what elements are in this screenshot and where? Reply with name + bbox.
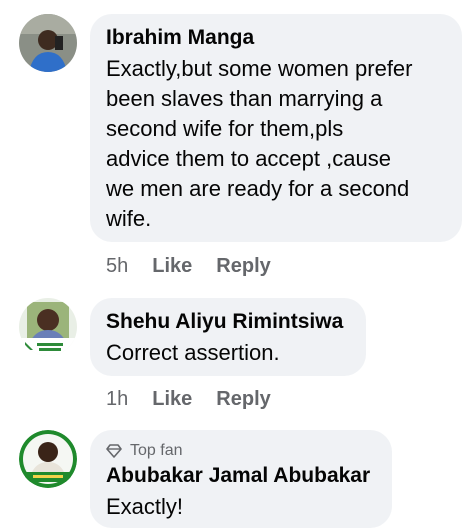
reply-button[interactable]: Reply (216, 388, 270, 411)
comment-time[interactable]: 1h (106, 388, 128, 411)
like-button[interactable]: Like (152, 388, 192, 411)
avatar[interactable] (19, 298, 77, 356)
comment-author[interactable]: Shehu Aliyu Rimintsiwa (106, 310, 350, 334)
avatar[interactable] (19, 14, 77, 72)
comment-actions: 5h Like Reply (106, 255, 271, 278)
user-photo-icon (19, 298, 77, 356)
comment-text: Exactly! (106, 494, 184, 519)
comment-bubble: Top fan Abubakar Jamal Abubakar Exactly! (90, 430, 392, 528)
comment-actions: 1h Like Reply (106, 388, 271, 411)
comment-bubble: Ibrahim Manga Exactly,but some women pre… (90, 14, 462, 242)
user-photo-icon (19, 14, 77, 72)
top-fan-label: Top fan (130, 442, 183, 459)
user-photo-icon (19, 430, 77, 488)
comment-time[interactable]: 5h (106, 255, 128, 278)
top-fan-badge: Top fan (106, 442, 376, 460)
comment-text: Correct assertion. (106, 340, 280, 365)
avatar[interactable] (19, 430, 77, 488)
comment-bubble: Shehu Aliyu Rimintsiwa Correct assertion… (90, 298, 366, 376)
like-button[interactable]: Like (152, 255, 192, 278)
comment-author[interactable]: Ibrahim Manga (106, 26, 446, 50)
reply-button[interactable]: Reply (216, 255, 270, 278)
diamond-icon (106, 444, 122, 458)
comment-text: Exactly,but some women prefer been slave… (106, 56, 413, 231)
comment-author[interactable]: Abubakar Jamal Abubakar (106, 464, 376, 488)
